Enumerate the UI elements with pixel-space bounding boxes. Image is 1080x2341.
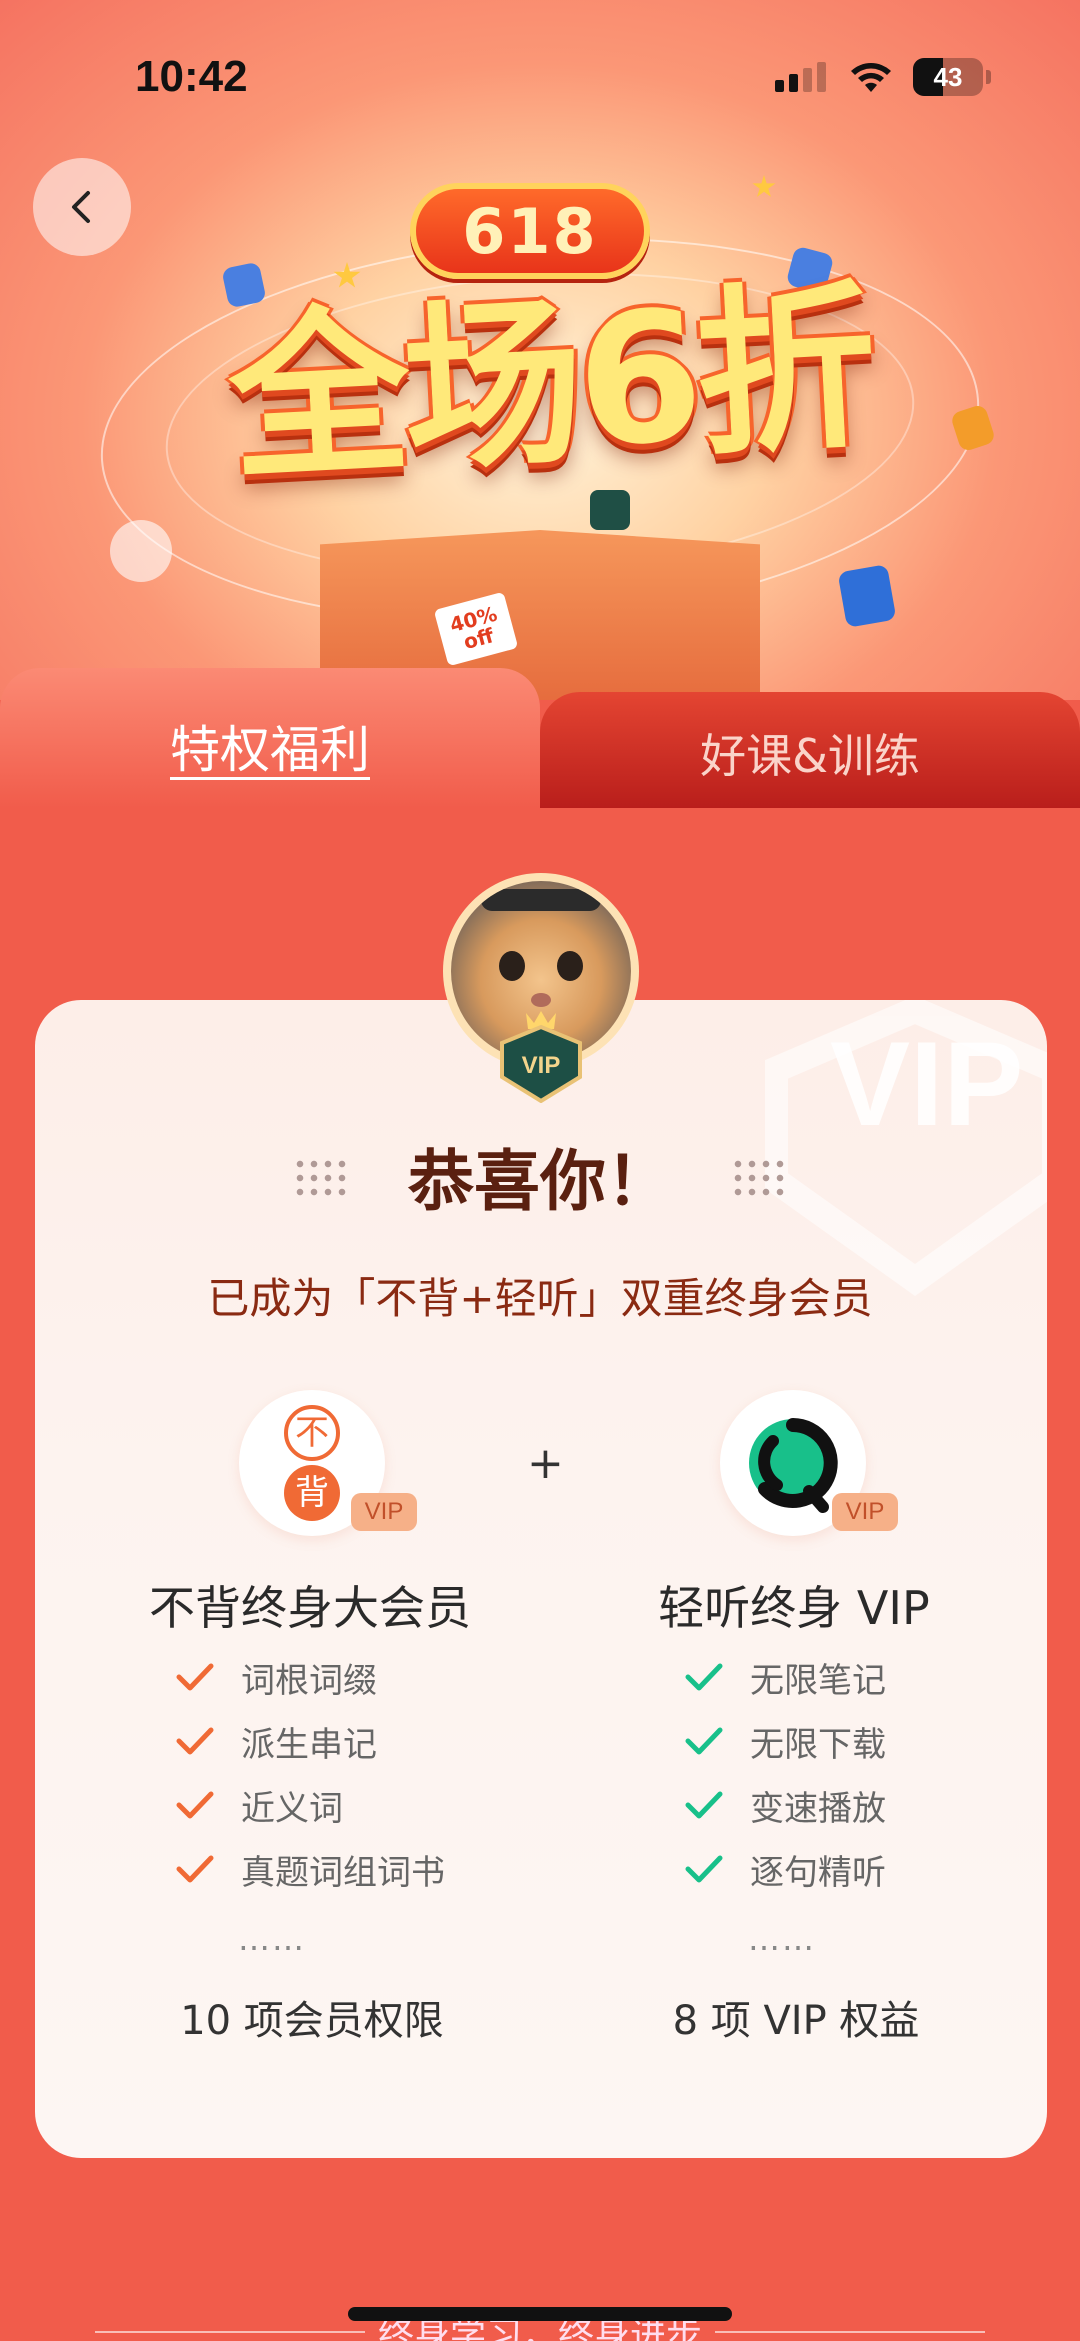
wifi-icon: [851, 63, 891, 92]
vip-badge-icon: [590, 490, 630, 530]
status-bar: 10:42 43: [0, 0, 1080, 160]
list-item: 变速播放: [684, 1773, 886, 1837]
bubei-logo-top: 不: [284, 1405, 340, 1461]
list-item: 近义词: [175, 1773, 445, 1837]
check-icon: [685, 1855, 723, 1883]
dictionary-icon: [837, 564, 897, 628]
qingting-title: 轻听终身 VIP: [658, 1581, 930, 1635]
check-icon: [176, 1855, 214, 1883]
check-icon: [685, 1791, 723, 1819]
congrats-title: 恭喜你！: [408, 1143, 672, 1220]
promo-banner: 618 全场6折 40% off 10:42 43: [0, 0, 1080, 700]
vip-tag: VIP: [351, 1493, 417, 1531]
bubei-benefits: 词根词缀 派生串记 近义词 真题词组词书: [175, 1645, 445, 1901]
list-item: 词根词缀: [175, 1645, 445, 1709]
check-icon: [176, 1727, 214, 1755]
plus-sign: +: [527, 1438, 564, 1489]
check-icon: [176, 1663, 214, 1691]
vip-tag: VIP: [832, 1493, 898, 1531]
check-icon: [685, 1663, 723, 1691]
battery-tip: [986, 70, 991, 84]
tab-privileges[interactable]: 特权福利: [0, 668, 540, 808]
more-ellipsis: ……: [748, 1920, 816, 1958]
back-button[interactable]: [33, 158, 131, 256]
membership-subtitle: 已成为「不背+轻听」双重终身会员: [207, 1274, 873, 1323]
battery-icon: 43: [913, 58, 983, 96]
list-item: 无限下载: [684, 1709, 886, 1773]
chevron-left-icon: [72, 191, 90, 223]
bubei-logo-bottom: 背: [284, 1465, 340, 1521]
bubei-title: 不背终身大会员: [149, 1581, 471, 1635]
more-ellipsis: ……: [238, 1920, 306, 1958]
battery-level: 43: [933, 62, 963, 92]
list-item: 真题词组词书: [175, 1837, 445, 1901]
bubei-count: 10 项会员权限: [180, 1998, 444, 2044]
check-icon: [685, 1727, 723, 1755]
list-item: 逐句精听: [684, 1837, 886, 1901]
tab-courses-training[interactable]: 好课&训练: [540, 692, 1080, 808]
headline: 全场6折: [224, 263, 876, 506]
qingting-benefits: 无限笔记 无限下载 变速播放 逐句精听: [684, 1645, 886, 1901]
vip-crown-badge: VIP: [500, 1011, 582, 1103]
618-badge: 618: [410, 183, 650, 279]
notebook-icon: [110, 520, 172, 582]
check-icon: [176, 1791, 214, 1819]
status-time: 10:42: [135, 52, 248, 101]
tab-label: 好课&训练: [700, 729, 920, 783]
qingting-count: 8 项 VIP 权益: [672, 1998, 920, 2044]
cellular-signal-icon: [775, 62, 826, 92]
list-item: 无限笔记: [684, 1645, 886, 1709]
list-item: 派生串记: [175, 1709, 445, 1773]
home-indicator[interactable]: [348, 2307, 732, 2321]
star-icon: [752, 175, 776, 197]
svg-text:VIP: VIP: [522, 1052, 561, 1079]
tab-label: 特权福利: [170, 721, 370, 779]
qingting-logo-icon: [749, 1418, 838, 1513]
